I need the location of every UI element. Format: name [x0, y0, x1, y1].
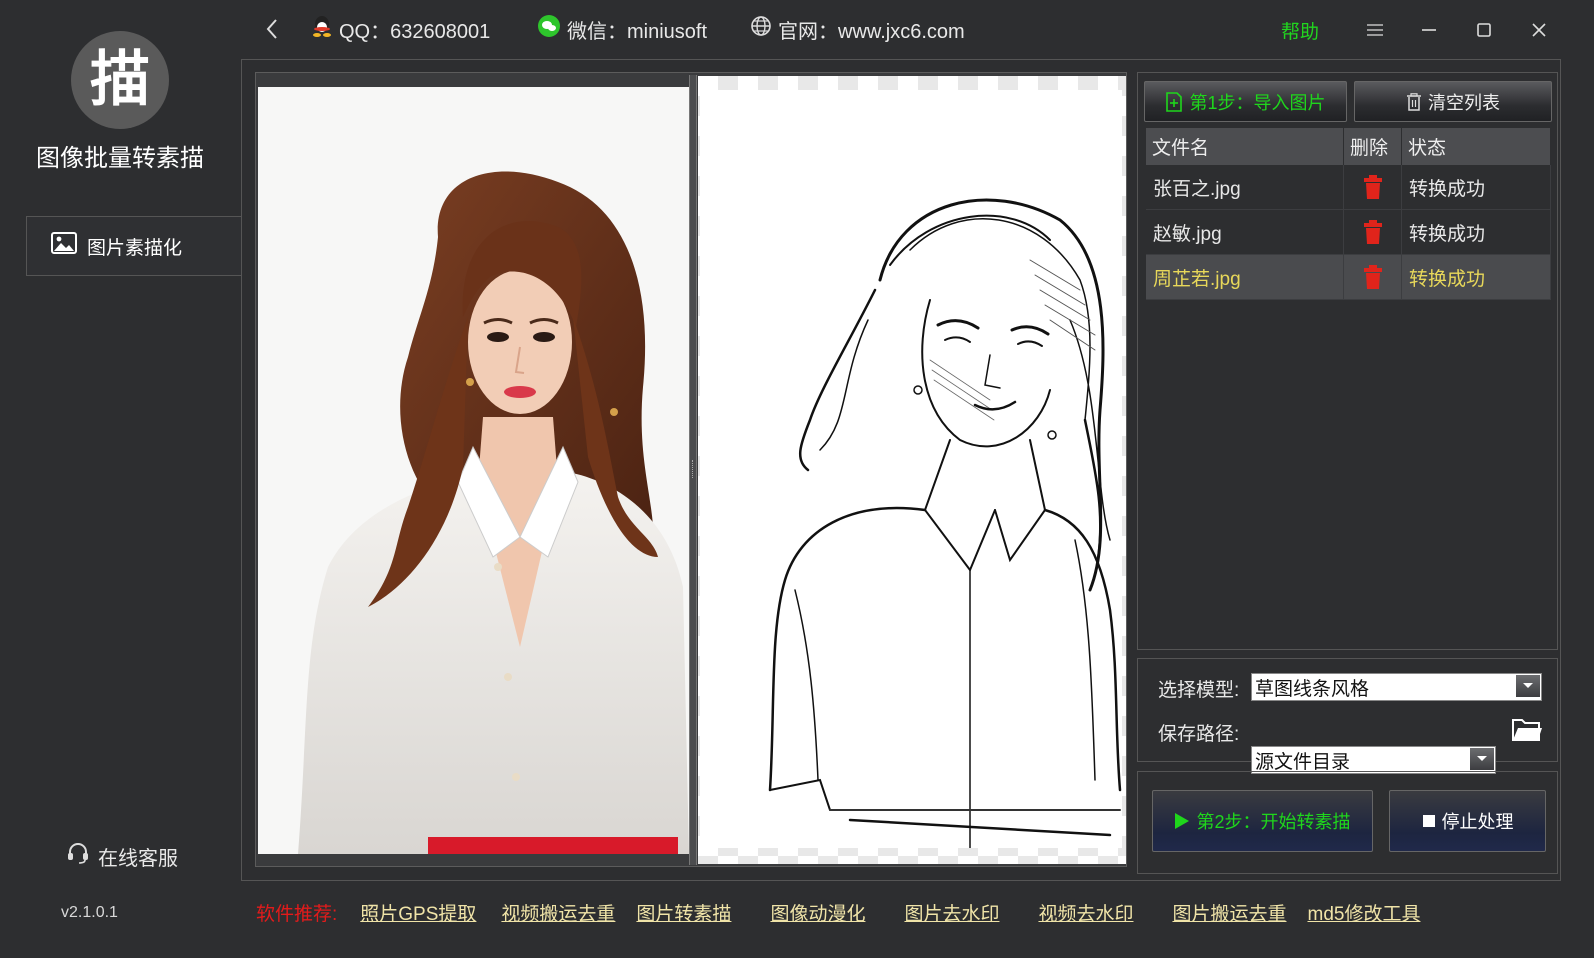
- play-icon: [1175, 813, 1190, 829]
- chevron-down-icon[interactable]: [1516, 675, 1540, 697]
- model-select[interactable]: 草图线条风格: [1251, 673, 1542, 701]
- footer-link-anime[interactable]: 图像动漫化: [770, 899, 865, 926]
- minimize-button[interactable]: [1414, 15, 1444, 45]
- add-file-icon: [1166, 91, 1183, 112]
- stop-icon: [1422, 815, 1435, 827]
- model-label: 选择模型:: [1158, 680, 1240, 701]
- start-label: 第2步：开始转素描: [1196, 812, 1351, 832]
- path-label: 保存路径:: [1158, 724, 1240, 745]
- footer-link-image-watermark[interactable]: 图片去水印: [904, 899, 999, 926]
- file-status: 转换成功: [1402, 255, 1551, 299]
- maximize-icon: [1477, 23, 1491, 37]
- table-row[interactable]: 张百之.jpg 转换成功: [1146, 165, 1551, 210]
- table-row-selected[interactable]: 周芷若.jpg 转换成功: [1146, 255, 1551, 300]
- wechat-contact: 微信：miniusoft: [537, 15, 707, 43]
- file-name: 周芷若.jpg: [1146, 255, 1344, 299]
- logo-char: 描: [90, 45, 150, 115]
- support-label: 在线客服: [98, 847, 178, 870]
- delete-button[interactable]: [1344, 255, 1402, 299]
- file-name: 赵敏.jpg: [1146, 210, 1344, 254]
- delete-button[interactable]: [1344, 210, 1402, 254]
- file-name: 张百之.jpg: [1146, 165, 1344, 209]
- footer-link-video-watermark[interactable]: 视频去水印: [1038, 899, 1133, 926]
- save-path-select[interactable]: 源文件目录: [1251, 746, 1496, 774]
- wechat-label: 微信：miniusoft: [567, 20, 708, 43]
- trash-icon: [1407, 92, 1421, 111]
- column-status[interactable]: 状态: [1402, 128, 1551, 165]
- delete-icon: [1363, 265, 1382, 289]
- delete-icon: [1363, 175, 1382, 199]
- close-icon: [1532, 23, 1546, 37]
- path-value: 源文件目录: [1255, 751, 1351, 773]
- headset-icon: [66, 841, 90, 871]
- app-logo: 描: [71, 31, 169, 129]
- original-image-preview: [258, 87, 689, 854]
- file-table: 文件名 删除 状态 张百之.jpg 转换成功 赵敏.jpg 转换成功 周芷若.j…: [1146, 128, 1551, 300]
- footer-link-video-dedup[interactable]: 视频搬运去重: [501, 899, 615, 926]
- divider-grip[interactable]: [692, 460, 695, 478]
- sidebar-item-label: 图片素描化: [87, 237, 183, 259]
- delete-icon: [1363, 220, 1382, 244]
- clear-list-button[interactable]: 清空列表: [1354, 81, 1552, 122]
- delete-button[interactable]: [1344, 165, 1402, 209]
- sidebar-item-sketchify[interactable]: 图片素描化: [26, 216, 241, 276]
- import-images-button[interactable]: 第1步：导入图片: [1144, 81, 1347, 122]
- qq-label: QQ：632608001: [339, 20, 491, 43]
- file-status: 转换成功: [1402, 210, 1551, 254]
- footer-link-sketch[interactable]: 图片转素描: [636, 899, 731, 926]
- footer-link-image-dedup[interactable]: 图片搬运去重: [1172, 899, 1286, 926]
- version-label: v2.1.0.1: [61, 904, 118, 921]
- footer-link-gps[interactable]: 照片GPS提取: [360, 899, 476, 926]
- stop-button[interactable]: 停止处理: [1389, 790, 1546, 852]
- model-value: 草图线条风格: [1255, 678, 1370, 700]
- chevron-down-icon[interactable]: [1470, 748, 1494, 770]
- file-status: 转换成功: [1402, 165, 1551, 209]
- close-button[interactable]: [1524, 15, 1554, 45]
- website-label: 官网：www.jxc6.com: [778, 20, 965, 43]
- recommend-label: 软件推荐:: [256, 904, 338, 925]
- maximize-button[interactable]: [1469, 15, 1499, 45]
- sketch-drawing: [768, 198, 1122, 849]
- portrait-photo: [258, 87, 689, 854]
- start-sketch-button[interactable]: 第2步：开始转素描: [1152, 790, 1373, 852]
- browse-folder-button[interactable]: [1511, 716, 1543, 746]
- import-label: 第1步：导入图片: [1189, 92, 1326, 113]
- globe-icon: [750, 15, 772, 43]
- qq-contact: QQ：632608001: [311, 15, 490, 43]
- stop-label: 停止处理: [1441, 812, 1514, 832]
- qq-icon: [311, 14, 333, 44]
- hamburger-icon: [1367, 24, 1383, 36]
- support-link[interactable]: 在线客服: [66, 841, 178, 871]
- table-header: 文件名 删除 状态: [1146, 128, 1551, 165]
- clear-label: 清空列表: [1428, 92, 1500, 113]
- app-title: 图像批量转素描: [36, 145, 204, 172]
- footer-link-md5[interactable]: md5修改工具: [1308, 899, 1421, 926]
- column-filename[interactable]: 文件名: [1146, 128, 1344, 165]
- back-button[interactable]: [262, 17, 284, 41]
- wechat-icon: [537, 15, 561, 43]
- sketch-image-preview: [698, 76, 1126, 864]
- website-link[interactable]: 官网：www.jxc6.com: [750, 15, 965, 43]
- folder-icon: [1512, 719, 1542, 741]
- column-delete[interactable]: 删除: [1344, 128, 1402, 165]
- image-icon: [51, 232, 77, 260]
- table-row[interactable]: 赵敏.jpg 转换成功: [1146, 210, 1551, 255]
- footer-recommendations: 软件推荐: 照片GPS提取 视频搬运去重 图片转素描 图像动漫化 图片去水印 视…: [256, 899, 1420, 926]
- chevron-left-icon: [266, 19, 277, 39]
- minimize-icon: [1422, 29, 1436, 31]
- help-link[interactable]: 帮助: [1281, 17, 1319, 44]
- menu-button[interactable]: [1360, 15, 1390, 45]
